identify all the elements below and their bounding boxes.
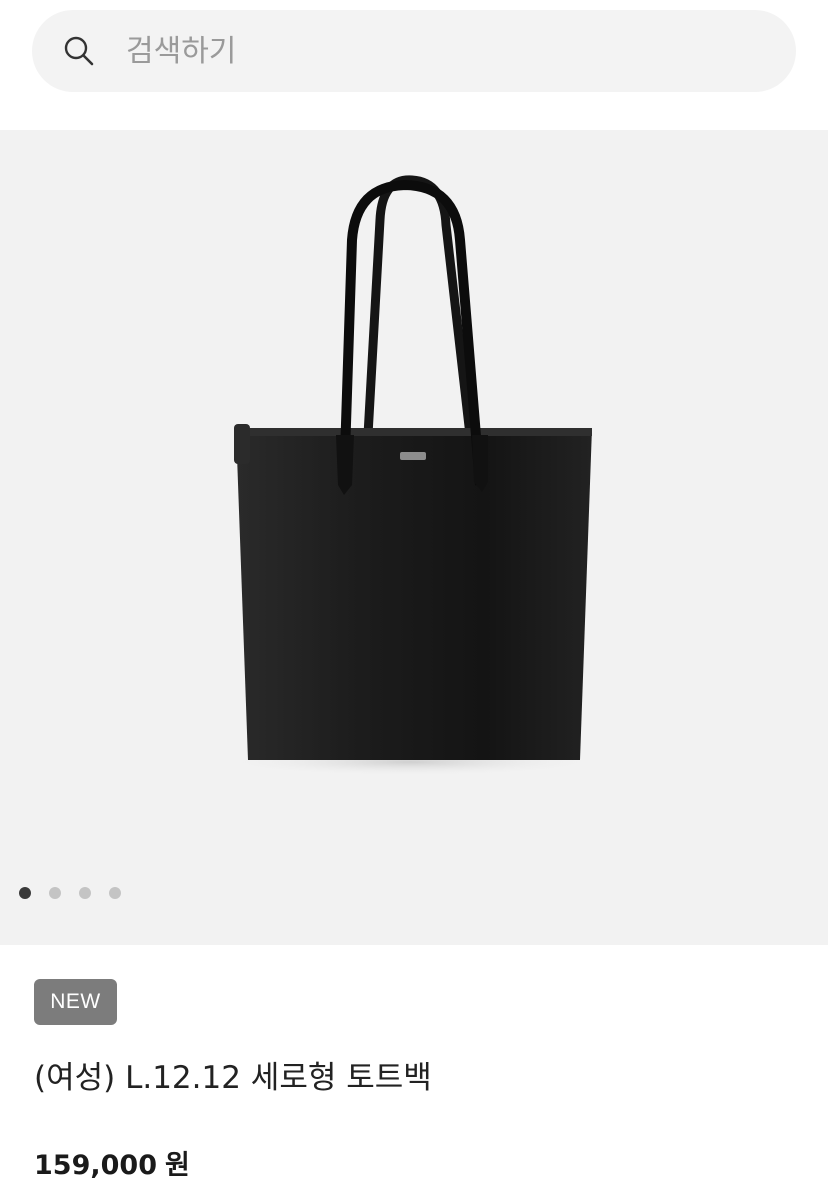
search-icon[interactable] bbox=[62, 34, 96, 68]
product-price: 159,000 원 bbox=[34, 1143, 190, 1182]
price-value: 159,000 bbox=[34, 1150, 157, 1181]
price-unit: 원 bbox=[164, 1150, 190, 1181]
new-badge: NEW bbox=[34, 979, 117, 1025]
product-image-gallery[interactable] bbox=[0, 130, 828, 945]
carousel-dot-3[interactable] bbox=[79, 887, 91, 899]
search-bar[interactable] bbox=[32, 10, 796, 92]
search-input[interactable] bbox=[126, 26, 726, 76]
product-photo bbox=[220, 175, 600, 776]
carousel-indicator bbox=[19, 887, 121, 899]
carousel-dot-2[interactable] bbox=[49, 887, 61, 899]
product-title: (여성) L.12.12 세로형 토트백 bbox=[34, 1060, 432, 1096]
carousel-dot-1[interactable] bbox=[19, 887, 31, 899]
carousel-dot-4[interactable] bbox=[109, 887, 121, 899]
